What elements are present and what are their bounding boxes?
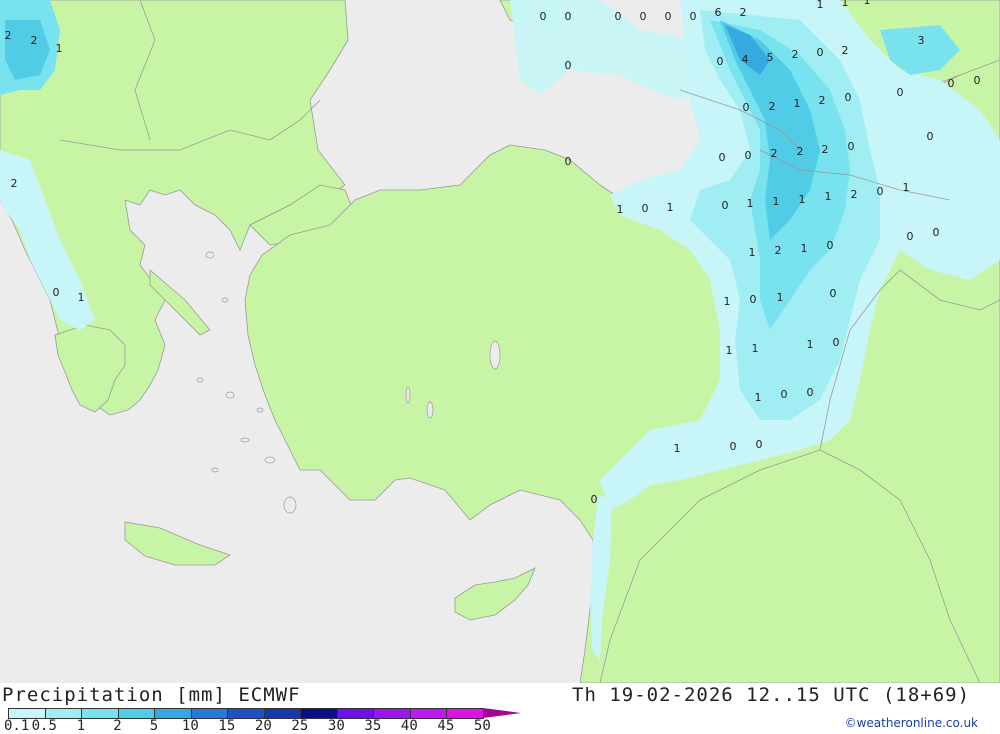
value-label: 0 [845,91,852,104]
value-label: 0 [719,151,726,164]
legend-tick-label: 20 [254,718,272,734]
map-title: Precipitation [mm] ECMWF [2,684,301,706]
legend-tick-label: 10 [181,718,199,734]
value-label: 0 [565,155,572,168]
value-label: 0 [877,185,884,198]
value-label: 3 [918,34,925,47]
value-label: 0 [781,388,788,401]
value-label: 0 [722,199,729,212]
value-label: 0 [927,130,934,143]
legend-tick-label: 2 [113,718,122,734]
value-label: 6 [715,6,722,19]
precipitation-map: 0 0 0 0 0 0 6 2 1 1 1 2 2 1 0 0 3 0 0 0 4 5 2 0 2 0 0 2 1 2 0 0 0 2 2 2 0 2 0 1… [0,0,1000,684]
value-label: 0 [640,10,647,23]
value-label: 1 [773,195,780,208]
value-label: 2 [769,100,776,113]
value-label: 2 [11,177,18,190]
value-label: 2 [822,143,829,156]
value-label: 0 [807,386,814,399]
value-label: 2 [851,188,858,201]
legend-tick-label: 0.5 [31,718,57,734]
value-label: 2 [842,44,849,57]
value-label: 0 [565,59,572,72]
legend-tick-label: 30 [327,718,345,734]
value-label: 2 [775,244,782,257]
legend-tick-label: 5 [149,718,159,734]
legend-tick-label: 40 [400,718,418,734]
value-label: 0 [848,140,855,153]
map-datetime: Th 19-02-2026 12..15 UTC (18+69) [572,684,971,706]
value-label: 1 [724,295,731,308]
value-label: 1 [864,0,871,7]
value-label: 1 [78,291,85,304]
value-label: 0 [897,86,904,99]
value-label: 1 [825,190,832,203]
legend-tick-label: 0.1 [4,718,30,734]
legend-arrow [482,708,521,718]
legend-tick-label: 35 [364,718,382,734]
value-label: 4 [742,53,749,66]
value-label: 0 [665,10,672,23]
legend-tick-label: 45 [437,718,455,734]
value-label: 0 [750,293,757,306]
legend-tick-label: 50 [473,718,491,734]
value-label: 0 [756,438,763,451]
value-label: 1 [752,342,759,355]
value-label: 0 [690,10,697,23]
value-label: 1 [755,391,762,404]
legend-tick-label: 15 [218,718,236,734]
value-label: 1 [799,193,806,206]
value-label: 2 [31,34,38,47]
value-label: 1 [747,197,754,210]
value-label: 1 [801,242,808,255]
value-label: 0 [907,230,914,243]
value-label: 0 [540,10,547,23]
value-label: 0 [642,202,649,215]
value-label: 0 [833,336,840,349]
value-label: 0 [745,149,752,162]
value-label: 0 [591,493,598,506]
value-label: 2 [5,29,12,42]
value-label: 0 [565,10,572,23]
value-label: 0 [948,77,955,90]
value-label: 5 [767,51,774,64]
value-label: 1 [807,338,814,351]
value-label: 1 [903,181,910,194]
value-label: 2 [771,147,778,160]
value-label: 1 [726,344,733,357]
legend-tick-label: 1 [76,718,86,734]
value-label: 2 [819,94,826,107]
value-label: 1 [749,246,756,259]
legend-tick-label: 25 [291,718,309,734]
value-label: 0 [730,440,737,453]
value-label: 1 [842,0,849,9]
value-label: 1 [817,0,824,11]
value-label: 0 [933,226,940,239]
value-label: 1 [674,442,681,455]
value-label: 2 [797,145,804,158]
credit-text: ©weatheronline.co.uk [844,716,978,730]
value-label: 0 [817,46,824,59]
value-label: 0 [53,286,60,299]
value-label: 1 [667,201,674,214]
value-label: 2 [740,6,747,19]
value-label: 1 [617,203,624,216]
value-label: 1 [56,42,63,55]
value-label: 0 [830,287,837,300]
value-label: 0 [717,55,724,68]
value-label: 0 [615,10,622,23]
value-label: 2 [792,48,799,61]
value-label: 0 [974,74,981,87]
value-label: 1 [777,291,784,304]
value-label: 0 [827,239,834,252]
value-label: 1 [794,97,801,110]
value-label: 0 [743,101,750,114]
